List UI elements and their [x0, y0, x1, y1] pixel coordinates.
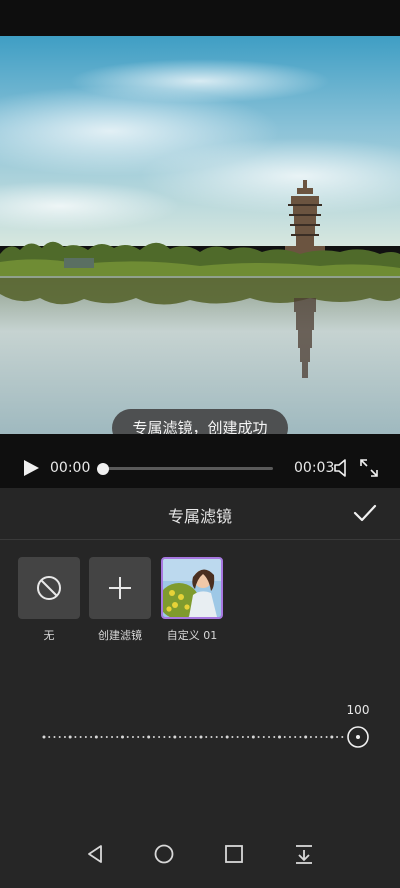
slider-dot	[220, 736, 223, 738]
slider-dot	[74, 736, 77, 738]
slider-dot	[137, 736, 140, 738]
intensity-slider[interactable]	[42, 726, 372, 748]
slider-dot	[268, 736, 271, 738]
volume-icon[interactable]	[332, 458, 352, 478]
panel-title: 专属滤镜	[167, 507, 232, 526]
slider-dot	[309, 736, 312, 738]
slider-knob-center	[356, 735, 360, 739]
slider-dot	[48, 736, 51, 738]
back-icon[interactable]	[84, 842, 108, 866]
slider-dot	[158, 736, 161, 738]
slider-dot	[294, 736, 297, 738]
slider-dot	[53, 736, 56, 738]
slider-dot	[241, 736, 244, 738]
slider-dot	[184, 736, 187, 738]
video-preview[interactable]: 专属滤镜，创建成功	[0, 36, 400, 434]
divider	[0, 539, 400, 540]
play-icon[interactable]	[22, 459, 40, 477]
checkmark-icon[interactable]	[352, 500, 378, 526]
slider-dot	[257, 736, 260, 738]
slider-dot	[163, 736, 166, 738]
progress-knob[interactable]	[97, 462, 109, 475]
slider-dot	[231, 736, 234, 738]
slider-dot	[94, 735, 98, 739]
slider-dot	[105, 736, 108, 738]
slider-dot	[90, 736, 93, 738]
status-bar	[0, 0, 400, 36]
plus-icon	[109, 577, 131, 599]
filter-label: 自定义 01	[166, 629, 218, 642]
current-time: 00:00	[50, 460, 91, 476]
slider-dot	[63, 736, 66, 738]
slider-dot	[199, 735, 203, 739]
filter-label: 无	[43, 629, 55, 642]
fullscreen-icon[interactable]	[359, 458, 379, 478]
video-frame-image	[0, 36, 400, 434]
filter-custom-01[interactable]: 自定义 01	[161, 557, 223, 643]
total-time: 00:03	[294, 460, 335, 476]
slider-dot	[194, 736, 197, 738]
slider-dot	[247, 736, 250, 738]
progress-bar[interactable]	[97, 462, 273, 475]
slider-dot	[152, 736, 155, 738]
slider-dot	[210, 736, 213, 738]
slider-dot	[236, 736, 239, 738]
slider-dot	[325, 736, 328, 738]
filter-create[interactable]: 创建滤镜	[89, 557, 151, 643]
slider-dot	[179, 736, 182, 738]
slider-dot	[42, 735, 46, 739]
slider-dot	[320, 736, 323, 738]
toast-message: 专属滤镜，创建成功	[112, 409, 288, 434]
slider-dot	[262, 736, 265, 738]
slider-dot	[299, 736, 302, 738]
slider-dot	[273, 736, 276, 738]
slider-dot	[168, 736, 171, 738]
home-icon[interactable]	[152, 842, 176, 866]
slider-dot	[304, 735, 308, 739]
slider-dot	[283, 736, 286, 738]
intensity-value: 100	[346, 703, 370, 717]
slider-dot	[341, 736, 344, 738]
slider-dot	[142, 736, 145, 738]
slider-dot	[288, 736, 291, 738]
slider-dot	[147, 735, 151, 739]
slider-dot	[251, 735, 255, 739]
slider-dot	[68, 735, 72, 739]
slider-dot	[79, 736, 82, 738]
filter-tile[interactable]	[18, 557, 80, 619]
none-icon	[37, 576, 61, 600]
slider-dot	[330, 735, 334, 739]
system-nav-bar	[0, 838, 400, 888]
slider-dot	[58, 736, 61, 738]
slider-dot	[121, 735, 124, 739]
slider-dot	[126, 736, 129, 738]
slider-dot	[116, 736, 119, 738]
slider-dot	[336, 736, 339, 738]
player-controls: 00:00 00:03	[0, 434, 400, 488]
filter-label: 创建滤镜	[98, 629, 142, 642]
recents-icon[interactable]	[222, 842, 246, 866]
slider-dot	[315, 736, 318, 738]
slider-dot	[131, 736, 134, 738]
filter-thumbnail	[163, 559, 221, 617]
filter-tile[interactable]	[161, 557, 223, 619]
slider-dot	[173, 735, 177, 739]
slider-dot	[278, 735, 281, 739]
slider-dot	[84, 736, 87, 738]
filter-panel: 专属滤镜 无 创建滤镜 自定义 01 100	[0, 488, 400, 888]
slider-dot	[215, 736, 218, 738]
slider-dot	[111, 736, 114, 738]
slider-dot	[225, 735, 229, 739]
menu-down-icon[interactable]	[292, 842, 316, 866]
slider-dot	[189, 736, 192, 738]
filter-tile[interactable]	[89, 557, 151, 619]
filter-none[interactable]: 无	[18, 557, 80, 643]
slider-dot	[100, 736, 103, 738]
slider-dot	[205, 736, 208, 738]
